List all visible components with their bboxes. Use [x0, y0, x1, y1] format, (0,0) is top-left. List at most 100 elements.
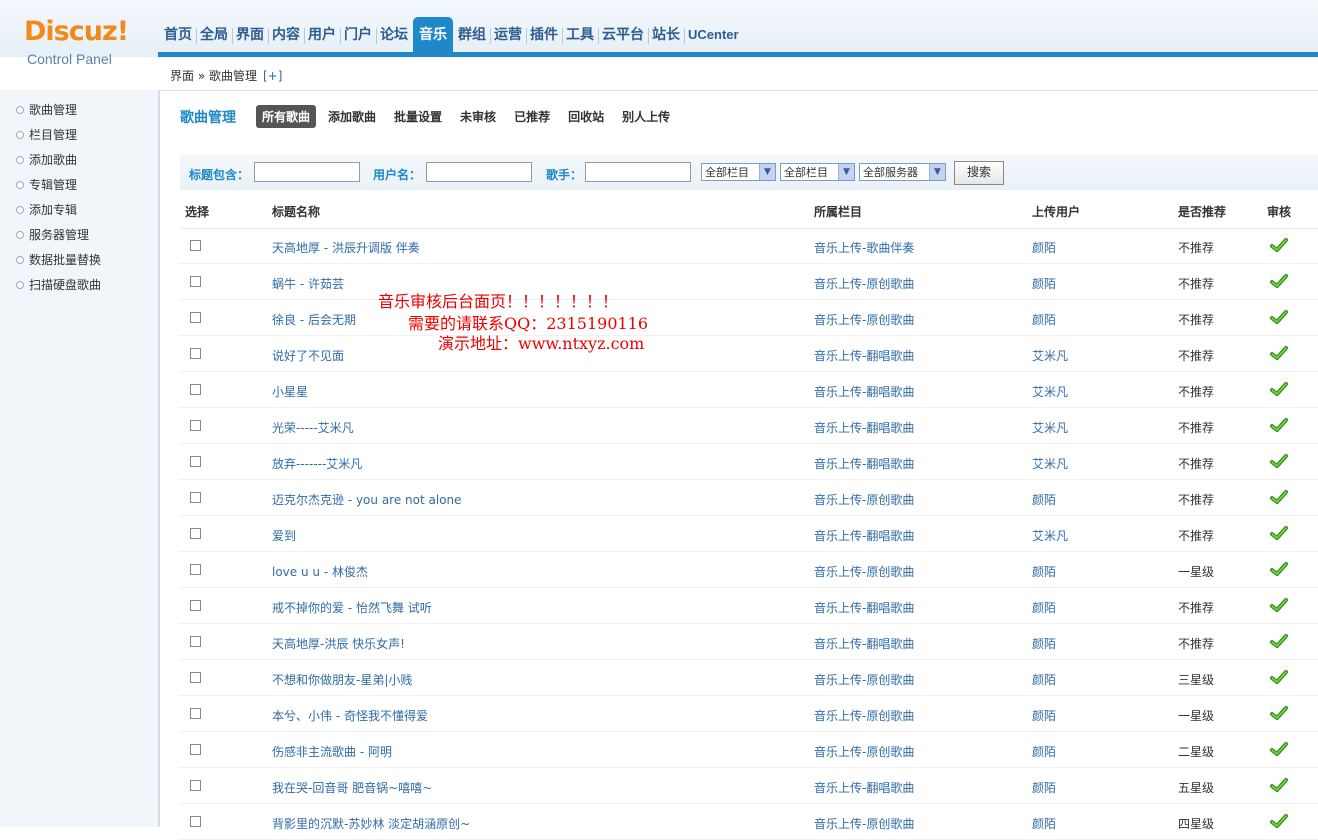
category-link[interactable]: 音乐上传-原创歌曲: [814, 275, 914, 292]
uploader-link[interactable]: 颜陌: [1032, 491, 1056, 508]
sidebar-item-5[interactable]: 服务器管理: [0, 225, 158, 250]
check-icon[interactable]: [1270, 705, 1288, 721]
category-link[interactable]: 音乐上传-原创歌曲: [814, 815, 914, 832]
category-link[interactable]: 音乐上传-原创歌曲: [814, 491, 914, 508]
category-link[interactable]: 音乐上传-原创歌曲: [814, 311, 914, 328]
row-checkbox[interactable]: [190, 672, 201, 683]
breadcrumb-expand[interactable]: [+]: [263, 69, 282, 83]
song-title-link[interactable]: 放弃-------艾米凡: [272, 455, 362, 472]
category-select-2[interactable]: 全部栏目 ▼: [780, 163, 855, 181]
check-icon[interactable]: [1270, 381, 1288, 397]
nav-item-7[interactable]: 音乐: [413, 17, 453, 53]
check-icon[interactable]: [1270, 417, 1288, 433]
nav-item-3[interactable]: 内容: [268, 17, 304, 53]
row-checkbox[interactable]: [190, 564, 201, 575]
category-link[interactable]: 音乐上传-歌曲伴奏: [814, 239, 914, 256]
song-title-link[interactable]: 天高地厚 - 洪辰升调版 伴奏: [272, 239, 420, 256]
row-checkbox[interactable]: [190, 744, 201, 755]
nav-item-6[interactable]: 论坛: [376, 17, 412, 53]
sidebar-item-2[interactable]: 添加歌曲: [0, 150, 158, 175]
check-icon[interactable]: [1270, 777, 1288, 793]
search-button[interactable]: 搜索: [954, 161, 1004, 185]
uploader-link[interactable]: 颜陌: [1032, 239, 1056, 256]
sidebar-item-1[interactable]: 栏目管理: [0, 125, 158, 150]
tab-3[interactable]: 未审核: [454, 105, 502, 128]
category-link[interactable]: 音乐上传-翻唱歌曲: [814, 347, 914, 364]
row-checkbox[interactable]: [190, 528, 201, 539]
tab-1[interactable]: 添加歌曲: [322, 105, 382, 128]
song-title-link[interactable]: 不想和你做朋友-星弟|小贱: [272, 671, 412, 688]
category-link[interactable]: 音乐上传-原创歌曲: [814, 743, 914, 760]
nav-item-2[interactable]: 界面: [232, 17, 268, 53]
check-icon[interactable]: [1270, 453, 1288, 469]
row-checkbox[interactable]: [190, 492, 201, 503]
uploader-link[interactable]: 颜陌: [1032, 743, 1056, 760]
tab-6[interactable]: 别人上传: [616, 105, 676, 128]
row-checkbox[interactable]: [190, 708, 201, 719]
tab-2[interactable]: 批量设置: [388, 105, 448, 128]
singer-input[interactable]: [585, 162, 691, 182]
song-title-link[interactable]: 迈克尔杰克逊 - you are not alone: [272, 491, 462, 508]
nav-item-0[interactable]: 首页: [160, 17, 196, 53]
song-title-link[interactable]: 背影里的沉默-苏妙林 淡定胡涵原创~: [272, 815, 470, 832]
category-link[interactable]: 音乐上传-翻唱歌曲: [814, 599, 914, 616]
category-link[interactable]: 音乐上传-翻唱歌曲: [814, 383, 914, 400]
category-link[interactable]: 音乐上传-翻唱歌曲: [814, 527, 914, 544]
song-title-link[interactable]: 光荣-----艾米凡: [272, 419, 354, 436]
song-title-link[interactable]: 伤感非主流歌曲 - 阿明: [272, 743, 392, 760]
row-checkbox[interactable]: [190, 636, 201, 647]
check-icon[interactable]: [1270, 669, 1288, 685]
song-title-link[interactable]: 戒不掉你的爱 - 怡然飞舞 试听: [272, 599, 432, 616]
category-select-1[interactable]: 全部栏目 ▼: [701, 163, 776, 181]
title-contains-input[interactable]: [254, 162, 360, 182]
row-checkbox[interactable]: [190, 276, 201, 287]
category-link[interactable]: 音乐上传-翻唱歌曲: [814, 419, 914, 436]
uploader-link[interactable]: 颜陌: [1032, 815, 1056, 832]
song-title-link[interactable]: 爱到: [272, 527, 296, 544]
row-checkbox[interactable]: [190, 384, 201, 395]
category-link[interactable]: 音乐上传-原创歌曲: [814, 563, 914, 580]
nav-item-13[interactable]: 站长: [648, 17, 684, 53]
nav-item-12[interactable]: 云平台: [598, 17, 648, 53]
uploader-link[interactable]: 颜陌: [1032, 707, 1056, 724]
check-icon[interactable]: [1270, 561, 1288, 577]
row-checkbox[interactable]: [190, 780, 201, 791]
username-input[interactable]: [426, 162, 532, 182]
check-icon[interactable]: [1270, 237, 1288, 253]
uploader-link[interactable]: 艾米凡: [1032, 527, 1068, 544]
nav-item-5[interactable]: 门户: [340, 17, 376, 53]
tab-0[interactable]: 所有歌曲: [256, 105, 317, 128]
song-title-link[interactable]: 蜗牛 - 许茹芸: [272, 275, 344, 292]
uploader-link[interactable]: 颜陌: [1032, 275, 1056, 292]
sidebar-item-6[interactable]: 数据批量替换: [0, 250, 158, 275]
check-icon[interactable]: [1270, 309, 1288, 325]
sidebar-item-7[interactable]: 扫描硬盘歌曲: [0, 275, 158, 300]
check-icon[interactable]: [1270, 597, 1288, 613]
song-title-link[interactable]: 我在哭-回音哥 肥音锅~嘻嘻~: [272, 779, 432, 796]
check-icon[interactable]: [1270, 273, 1288, 289]
check-icon[interactable]: [1270, 633, 1288, 649]
check-icon[interactable]: [1270, 525, 1288, 541]
song-title-link[interactable]: 本兮、小伟 - 奇怪我不懂得爱: [272, 707, 428, 724]
song-title-link[interactable]: 说好了不见面: [272, 347, 344, 364]
tab-4[interactable]: 已推荐: [508, 105, 556, 128]
song-title-link[interactable]: 徐良 - 后会无期: [272, 311, 356, 328]
check-icon[interactable]: [1270, 489, 1288, 505]
nav-item-8[interactable]: 群组: [454, 17, 490, 53]
nav-item-9[interactable]: 运营: [490, 17, 526, 53]
song-title-link[interactable]: 天高地厚-洪辰 快乐女声!: [272, 635, 405, 652]
category-link[interactable]: 音乐上传-原创歌曲: [814, 707, 914, 724]
nav-item-11[interactable]: 工具: [562, 17, 598, 53]
nav-item-10[interactable]: 插件: [526, 17, 562, 53]
check-icon[interactable]: [1270, 345, 1288, 361]
row-checkbox[interactable]: [190, 600, 201, 611]
row-checkbox[interactable]: [190, 456, 201, 467]
uploader-link[interactable]: 颜陌: [1032, 671, 1056, 688]
logo[interactable]: Discuz! Control Panel: [0, 0, 158, 90]
nav-item-4[interactable]: 用户: [304, 17, 340, 53]
server-select[interactable]: 全部服务器 ▼: [859, 163, 946, 181]
song-title-link[interactable]: love u u - 林俊杰: [272, 563, 368, 580]
category-link[interactable]: 音乐上传-翻唱歌曲: [814, 635, 914, 652]
song-title-link[interactable]: 小星星: [272, 383, 308, 400]
uploader-link[interactable]: 颜陌: [1032, 311, 1056, 328]
